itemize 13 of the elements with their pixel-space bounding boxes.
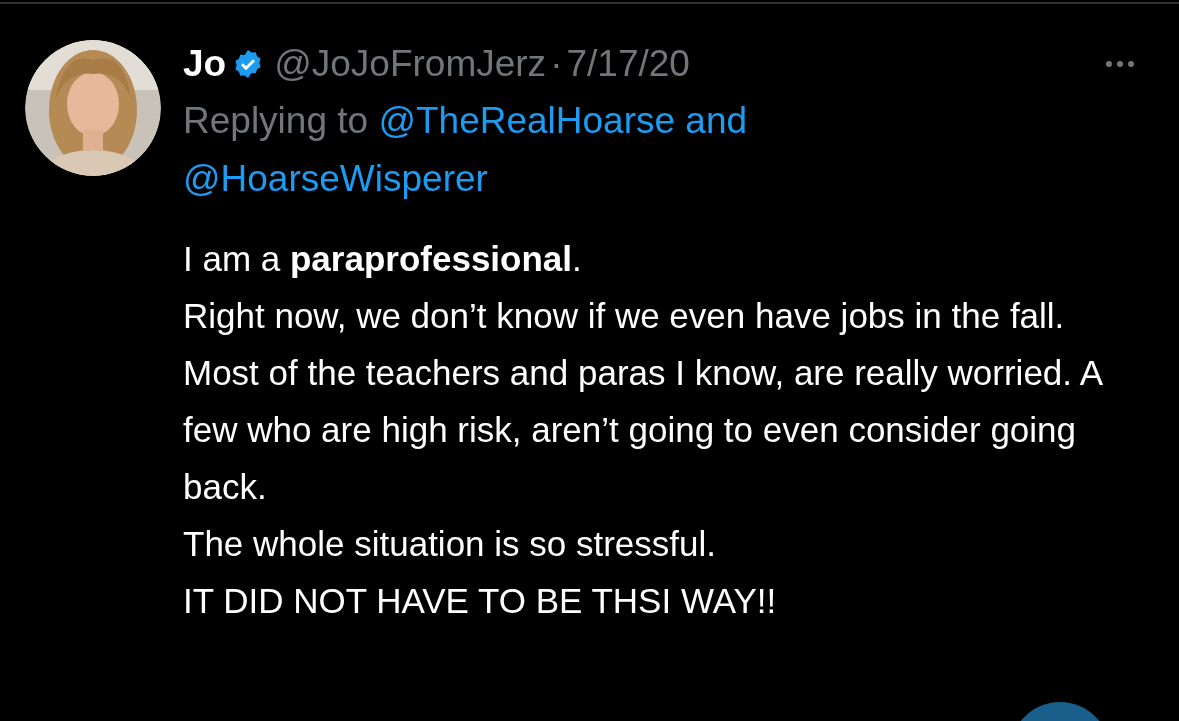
tweet-text: Right now, we don’t know if we even have jobs in the fall.: [183, 295, 1066, 337]
tweet-date[interactable]: 7/17/20: [566, 40, 690, 88]
mention-link[interactable]: @HoarseWisperer: [183, 158, 488, 199]
separator-dot: ·: [550, 42, 563, 86]
tweet-text: IT DID NOT HAVE TO BE THSI WAY!!: [183, 580, 778, 622]
tweet-text: The whole situation is so stressful.: [183, 523, 717, 565]
mention-link[interactable]: @TheRealHoarse and: [378, 100, 748, 141]
author-handle[interactable]: @JoJoFromJerz: [274, 40, 547, 88]
author-name[interactable]: Jo: [183, 40, 227, 88]
tweet-text: I am a paraprofessional.: [183, 238, 583, 280]
tweet-text: Most of the teachers and paras I know, are really worried. A few who are high risk, aren’t going to even consider going back.: [183, 352, 1103, 508]
more-options-icon[interactable]: [1105, 60, 1135, 68]
replying-to-label: Replying to: [183, 100, 369, 141]
